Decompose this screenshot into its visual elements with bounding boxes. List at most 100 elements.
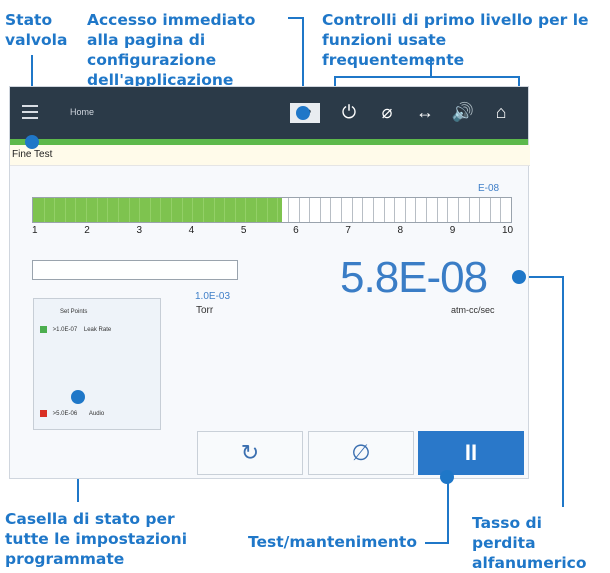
leak-rate-value: 5.8E-08 [340,253,488,302]
annotation-top-controls: Controlli di primo livello per le funzio… [322,11,589,69]
leader-line [425,542,449,544]
bargraph-segment [330,198,332,222]
annotation-dot [71,390,85,404]
annotation-config-access: Accesso immediato alla pagina di configu… [87,11,256,89]
annotation-status-box: Casella di stato per tutte le impostazio… [5,510,188,568]
bargraph-segment [202,198,204,222]
bargraph-segment [86,198,88,222]
bargraph-segment [213,198,215,222]
bargraph-segment [234,198,236,222]
bargraph-segment [341,198,343,222]
annotation-dot [512,270,526,284]
bargraph-segment [139,198,141,222]
setpoint-color-swatch [40,326,47,333]
setpoint-label: Audio [88,411,105,418]
null-icon[interactable]: ⌀ [374,100,400,124]
leader-line [430,57,432,77]
pressure-value: 1.0E-03 [195,291,231,302]
device-screen: Home SP ⏻ ⌀ ↔ 🔊 ⌂ Fine Test E-08 1.0E-03… [9,86,530,479]
setpoint-color-swatch [40,410,47,417]
test-hold-button[interactable]: II [418,431,524,475]
bargraph-segment [149,198,151,222]
bargraph-segment [426,198,428,222]
bargraph-tick-label: 10 [502,225,514,236]
bargraph-segment [64,198,66,222]
home-icon[interactable]: ⌂ [488,100,514,124]
setpoint-row: >5.0E-06 Audio [40,410,104,417]
volume-icon[interactable]: 🔊 [450,100,476,124]
pause-icon: II [464,440,478,465]
setpoint-value: >5.0E-06 [52,411,78,418]
bargraph-segment [500,198,502,222]
setpoint-value: >1.0E-07 [52,327,78,334]
leader-line [447,478,449,542]
bargraph-segment [479,198,481,222]
bargraph-tick-label: 8 [397,225,404,236]
setpoints-title: Set Points [60,309,88,315]
bargraph-fill [33,198,282,222]
setpoints-status-box: Set Points >1.0E-07 Leak Rate >5.0E-06 A… [33,298,161,430]
bargraph-segment [43,198,45,222]
leak-rate-unit: atm-cc/sec [451,305,495,315]
top-bar: Home SP ⏻ ⌀ ↔ 🔊 ⌂ [10,87,528,139]
bargraph-tick-label: 7 [345,225,351,236]
exchange-icon[interactable]: ↔ [412,100,438,124]
zero-button[interactable]: ∅ [308,431,414,475]
bargraph-segment [266,198,268,222]
annotation-valve-state: Stato valvola [5,11,68,49]
setpoint-label: Leak Rate [83,327,112,334]
zero-icon: ∅ [351,440,371,465]
bargraph-tick-label: 2 [84,225,90,236]
power-icon[interactable]: ⏻ [336,100,362,124]
leader-line [334,76,520,78]
bargraph-segment [415,198,417,222]
bargraph-segment [181,198,183,222]
annotation-dot [25,135,39,149]
bargraph-segment [192,198,194,222]
bargraph-segment [245,198,247,222]
setpoint-row: >1.0E-07 Leak Rate [40,326,111,333]
annotation-test-hold: Test/mantenimento [248,533,417,551]
annotation-leak-rate: Tasso di perdita alfanumerico [472,514,587,572]
bargraph-segment [447,198,449,222]
bargraph-tick-label: 1 [32,225,38,236]
bargraph-segment [383,198,385,222]
range-label: E-08 [478,183,500,194]
refresh-button[interactable]: ↻ [197,431,303,475]
refresh-icon: ↻ [240,440,260,465]
bargraph-segment [160,198,162,222]
bargraph-segment [394,198,396,222]
bargraph-segment [404,198,406,222]
bargraph-tick-label: 9 [449,225,456,236]
bargraph-segment [75,198,77,222]
bargraph-segment [436,198,438,222]
bargraph-tick-label: 6 [293,225,299,236]
bargraph-segment [287,198,289,222]
leader-line [562,276,564,507]
bargraph-segment [107,198,109,222]
pressure-unit: Torr [196,305,214,316]
bargraph-segment [457,198,459,222]
bargraph-segment [489,198,491,222]
bargraph-tick-label: 4 [188,225,195,236]
home-label: Home [70,107,95,117]
bargraph-segment [319,198,321,222]
bargraph-segment [362,198,364,222]
bargraph-segment [224,198,226,222]
leader-line [288,17,303,19]
bargraph-segment [372,198,374,222]
menu-icon[interactable] [22,105,38,123]
bargraph-segment [298,198,300,222]
leak-rate-bargraph [32,197,512,223]
bargraph-tick-label: 5 [240,225,247,236]
annotation-dot [440,470,454,484]
pressure-bar [32,260,238,280]
bargraph-segment [309,198,311,222]
bargraph-segment [117,198,119,222]
status-bar: Fine Test [10,145,530,166]
bargraph-segment [128,198,130,222]
bargraph-segment [256,198,258,222]
bargraph-segment [277,198,279,222]
bargraph-segment [468,198,470,222]
bargraph-segment [54,198,56,222]
